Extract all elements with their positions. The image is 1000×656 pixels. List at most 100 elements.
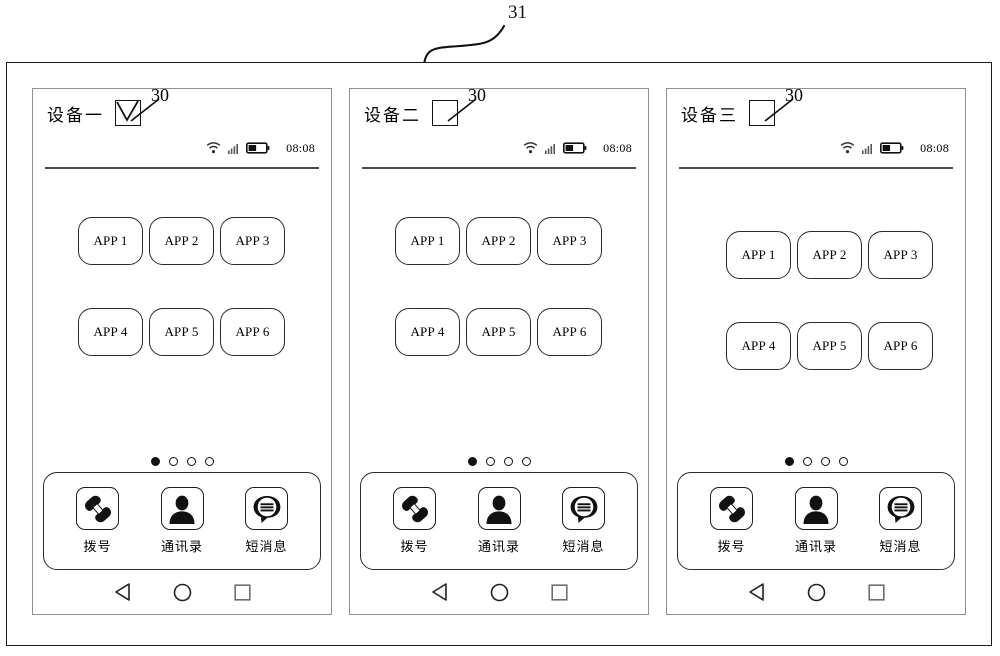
dock-2: 拨号 通讯录 短消息 xyxy=(360,472,638,570)
dock-item-dialer-1[interactable]: 拨号 xyxy=(67,487,129,555)
dock-item-contacts-1[interactable]: 通讯录 xyxy=(151,487,213,555)
page-indicator-2 xyxy=(350,457,648,466)
devices-row: 设备一 30 08:08 APP 1 APP 2 APP 3 APP 4 APP… xyxy=(6,62,992,646)
battery-icon xyxy=(563,142,587,154)
back-triangle-icon[interactable] xyxy=(739,579,773,605)
home-circle-icon[interactable] xyxy=(165,579,199,605)
page-dot[interactable] xyxy=(820,457,830,466)
page-dot[interactable] xyxy=(150,457,160,466)
dock-item-messages-3[interactable]: 短消息 xyxy=(870,487,932,555)
dock-label: 短消息 xyxy=(245,539,288,554)
app-icon[interactable]: APP 4 xyxy=(726,322,791,371)
nav-bar-2 xyxy=(350,570,648,614)
page-dot[interactable] xyxy=(521,457,531,466)
back-triangle-icon[interactable] xyxy=(105,579,139,605)
app-grid-3: APP 1 APP 2 APP 3 APP 4 APP 5 APP 6 xyxy=(681,231,979,371)
page-indicator-3 xyxy=(667,457,965,466)
app-icon[interactable]: APP 1 xyxy=(395,217,460,266)
dock-item-dialer-3[interactable]: 拨号 xyxy=(701,487,763,555)
app-icon[interactable]: APP 5 xyxy=(466,308,531,357)
phone-handset-icon xyxy=(393,487,436,530)
signal-bars-icon xyxy=(545,143,556,154)
recents-square-icon[interactable] xyxy=(225,579,259,605)
page-dot[interactable] xyxy=(168,457,178,466)
app-icon[interactable]: APP 5 xyxy=(149,308,214,357)
app-icon[interactable]: APP 4 xyxy=(395,308,460,357)
page-indicator-1 xyxy=(33,457,331,466)
app-area-3: APP 1 APP 2 APP 3 APP 4 APP 5 APP 6 xyxy=(667,169,965,457)
dock-item-messages-2[interactable]: 短消息 xyxy=(553,487,615,555)
battery-icon xyxy=(880,142,904,154)
page-dot[interactable] xyxy=(485,457,495,466)
wifi-icon xyxy=(206,142,221,154)
app-icon[interactable]: APP 6 xyxy=(220,308,285,357)
recents-square-icon[interactable] xyxy=(859,579,893,605)
nav-bar-3 xyxy=(667,570,965,614)
page-dot[interactable] xyxy=(838,457,848,466)
phone-handset-icon xyxy=(710,487,753,530)
app-icon[interactable]: APP 6 xyxy=(868,322,933,371)
app-grid-1: APP 1 APP 2 APP 3 APP 4 APP 5 APP 6 xyxy=(33,217,331,357)
app-icon[interactable]: APP 3 xyxy=(220,217,285,266)
contacts-person-icon xyxy=(477,487,521,530)
reference-label-31: 31 xyxy=(508,2,527,23)
app-icon[interactable]: APP 1 xyxy=(726,231,791,280)
dock-label: 拨号 xyxy=(83,539,112,554)
dock-item-contacts-3[interactable]: 通讯录 xyxy=(785,487,847,555)
page-dot[interactable] xyxy=(503,457,513,466)
back-triangle-icon[interactable] xyxy=(422,579,456,605)
status-bar-2: 08:08 xyxy=(350,133,648,163)
app-icon[interactable]: APP 5 xyxy=(797,322,862,371)
nav-bar-1 xyxy=(33,570,331,614)
recents-square-icon[interactable] xyxy=(542,579,576,605)
dock-1: 拨号 通讯录 短消息 xyxy=(43,472,321,570)
home-circle-icon[interactable] xyxy=(482,579,516,605)
status-time-3: 08:08 xyxy=(920,140,949,155)
dock-item-messages-1[interactable]: 短消息 xyxy=(236,487,298,555)
app-icon[interactable]: APP 4 xyxy=(78,308,143,357)
app-area-1: APP 1 APP 2 APP 3 APP 4 APP 5 APP 6 xyxy=(33,169,331,457)
device-name-label-3: 设备三 xyxy=(681,106,738,125)
dock-label: 通讯录 xyxy=(477,539,520,554)
contacts-person-icon xyxy=(794,487,838,530)
app-icon[interactable]: APP 2 xyxy=(149,217,214,266)
dock-item-dialer-2[interactable]: 拨号 xyxy=(384,487,446,555)
dock-label: 短消息 xyxy=(562,539,605,554)
dock-3: 拨号 通讯录 短消息 xyxy=(677,472,955,570)
dock-label: 拨号 xyxy=(717,539,746,554)
wifi-icon xyxy=(840,142,855,154)
page-dot[interactable] xyxy=(784,457,794,466)
message-bubble-icon xyxy=(879,487,922,530)
contacts-person-icon xyxy=(160,487,204,530)
status-time-1: 08:08 xyxy=(286,140,315,155)
app-icon[interactable]: APP 6 xyxy=(537,308,602,357)
app-icon[interactable]: APP 3 xyxy=(537,217,602,266)
dock-item-contacts-2[interactable]: 通讯录 xyxy=(468,487,530,555)
device-header-3: 设备三 30 xyxy=(667,85,965,133)
home-circle-icon[interactable] xyxy=(799,579,833,605)
page-dot[interactable] xyxy=(467,457,477,466)
app-icon[interactable]: APP 1 xyxy=(78,217,143,266)
device-panel-1[interactable]: 设备一 30 08:08 APP 1 APP 2 APP 3 APP 4 APP… xyxy=(32,85,332,615)
device-header-2: 设备二 30 xyxy=(350,85,648,133)
app-icon[interactable]: APP 2 xyxy=(466,217,531,266)
signal-bars-icon xyxy=(862,143,873,154)
status-bar-1: 08:08 xyxy=(33,133,331,163)
status-bar-3: 08:08 xyxy=(667,133,965,163)
reference-label-30-1: 30 xyxy=(151,85,169,105)
phone-handset-icon xyxy=(76,487,119,530)
dock-label: 通讯录 xyxy=(160,539,203,554)
device-panel-3[interactable]: 设备三 30 08:08 APP 1 APP 2 APP 3 APP 4 APP… xyxy=(666,85,966,615)
app-grid-2: APP 1 APP 2 APP 3 APP 4 APP 5 APP 6 xyxy=(350,217,648,357)
device-name-label-1: 设备一 xyxy=(47,106,104,125)
app-icon[interactable]: APP 3 xyxy=(868,231,933,280)
dock-label: 拨号 xyxy=(400,539,429,554)
page-dot[interactable] xyxy=(204,457,214,466)
message-bubble-icon xyxy=(562,487,605,530)
page-dot[interactable] xyxy=(186,457,196,466)
page-dot[interactable] xyxy=(802,457,812,466)
status-time-2: 08:08 xyxy=(603,140,632,155)
device-panel-2[interactable]: 设备二 30 08:08 APP 1 APP 2 APP 3 APP 4 APP… xyxy=(349,85,649,615)
dock-label: 短消息 xyxy=(879,539,922,554)
app-icon[interactable]: APP 2 xyxy=(797,231,862,280)
